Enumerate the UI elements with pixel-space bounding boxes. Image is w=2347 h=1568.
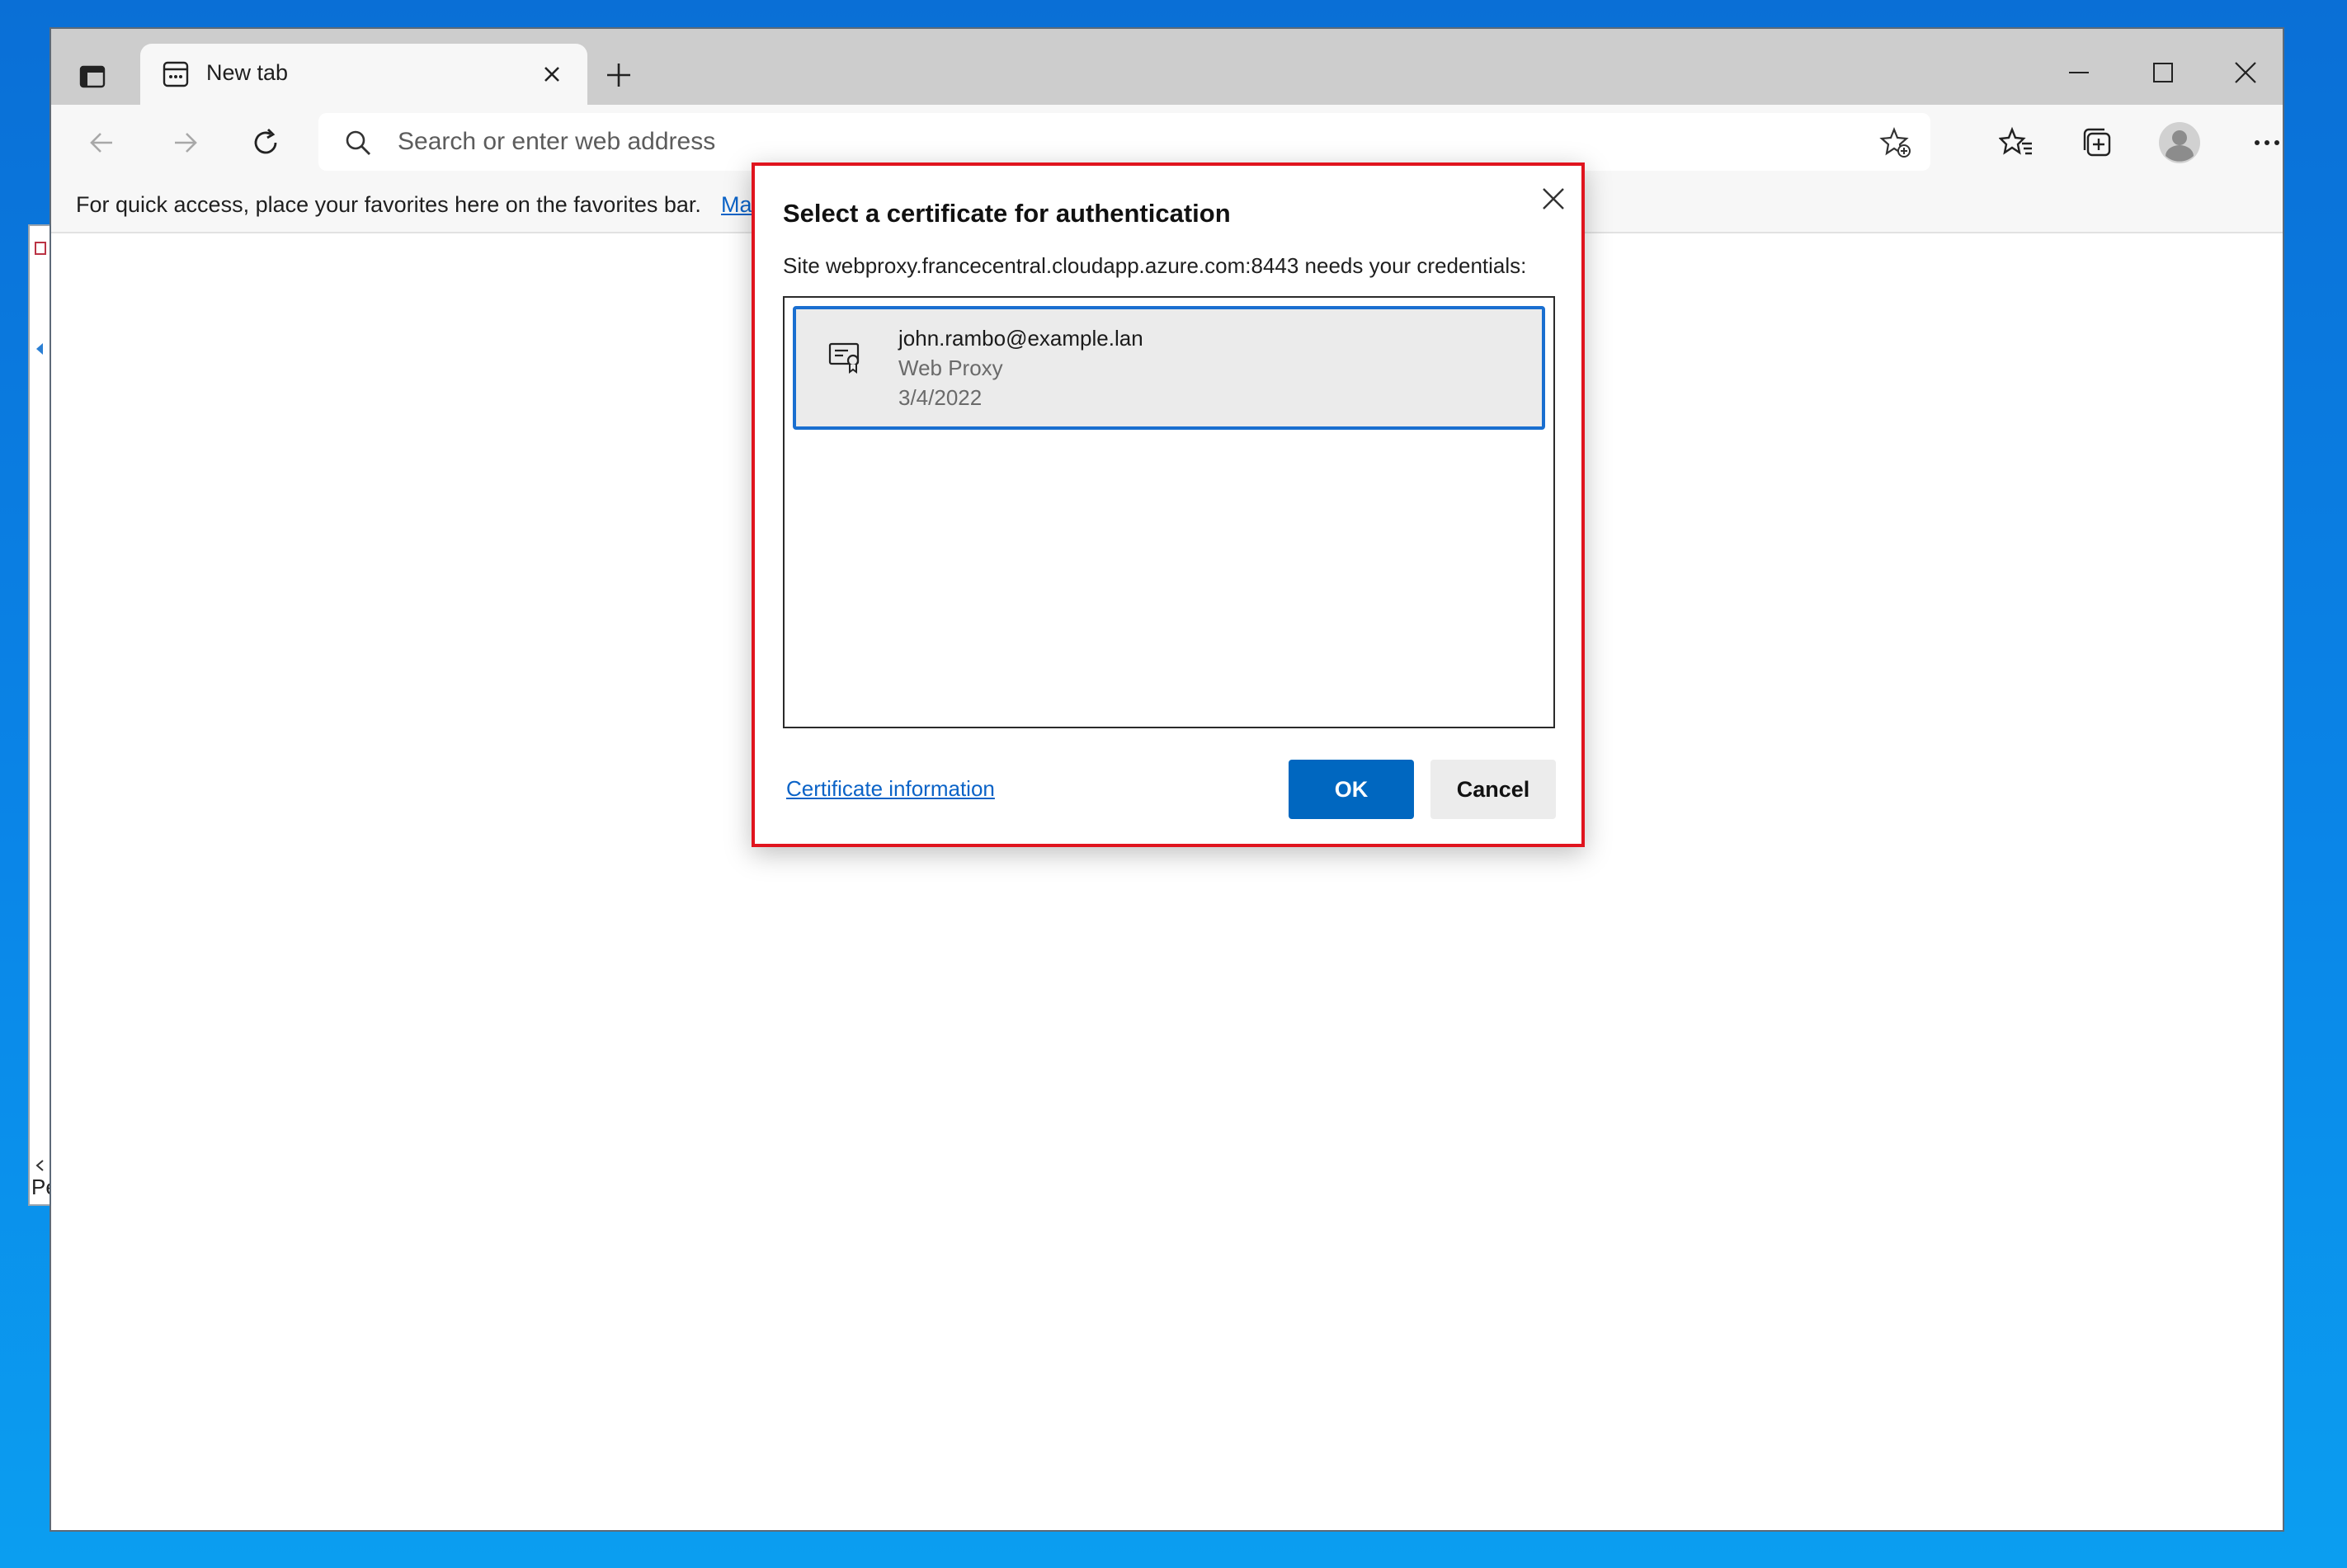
dialog-subtitle: Site webproxy.francecentral.cloudapp.azu… bbox=[783, 253, 1527, 278]
favorites-button[interactable] bbox=[1996, 123, 2036, 162]
new-tab-page-icon bbox=[163, 61, 189, 87]
collections-button[interactable] bbox=[2077, 123, 2117, 162]
certificate-date: 3/4/2022 bbox=[898, 385, 983, 410]
certificate-dialog: Select a certificate for authentication … bbox=[752, 162, 1585, 847]
back-button[interactable] bbox=[82, 123, 122, 162]
manage-favorites-link[interactable]: Ma bbox=[721, 192, 752, 218]
tab-title: New tab bbox=[206, 60, 289, 85]
certificate-icon bbox=[828, 342, 860, 374]
forward-button[interactable] bbox=[165, 123, 205, 162]
tab-new-tab[interactable]: New tab bbox=[140, 44, 587, 105]
certificate-issuer: Web Proxy bbox=[898, 356, 1003, 380]
chevron-left-icon bbox=[36, 343, 43, 355]
tab-actions-button[interactable] bbox=[71, 55, 114, 98]
more-options-icon bbox=[2255, 140, 2279, 145]
search-icon bbox=[346, 130, 370, 155]
maximize-icon[interactable] bbox=[2138, 52, 2188, 93]
close-icon[interactable] bbox=[2221, 52, 2270, 93]
minimize-icon[interactable] bbox=[2054, 52, 2104, 93]
ok-button[interactable]: OK bbox=[1289, 760, 1414, 819]
profile-button[interactable] bbox=[2156, 120, 2203, 166]
refresh-button[interactable] bbox=[246, 123, 285, 162]
refresh-icon bbox=[254, 129, 277, 154]
title-bar: New tab bbox=[51, 29, 2283, 105]
certificate-name: john.rambo@example.lan bbox=[898, 326, 1143, 351]
profile-avatar-icon bbox=[2159, 122, 2200, 163]
favorites-bar-hint: For quick access, place your favorites h… bbox=[76, 192, 701, 217]
add-favorite-icon[interactable] bbox=[1879, 126, 1912, 159]
certificate-list-item[interactable]: john.rambo@example.lan Web Proxy 3/4/202… bbox=[793, 306, 1545, 430]
close-icon[interactable] bbox=[540, 62, 564, 87]
collections-icon bbox=[2083, 128, 2111, 157]
close-icon[interactable] bbox=[1539, 184, 1568, 214]
cancel-button[interactable]: Cancel bbox=[1430, 760, 1556, 819]
tab-actions-icon bbox=[79, 65, 106, 88]
search-input[interactable] bbox=[398, 120, 1800, 164]
chevron-left-icon bbox=[35, 1160, 44, 1171]
back-arrow-icon bbox=[90, 133, 112, 153]
certificate-information-link[interactable]: Certificate information bbox=[786, 776, 995, 802]
plus-icon[interactable] bbox=[599, 55, 639, 95]
more-options-button[interactable] bbox=[2247, 123, 2283, 162]
certificate-list[interactable]: john.rambo@example.lan Web Proxy 3/4/202… bbox=[783, 296, 1555, 728]
forward-arrow-icon bbox=[175, 133, 197, 153]
dialog-title: Select a certificate for authentication bbox=[783, 199, 1231, 228]
favorites-icon bbox=[1999, 126, 2032, 155]
document-icon bbox=[35, 242, 46, 255]
